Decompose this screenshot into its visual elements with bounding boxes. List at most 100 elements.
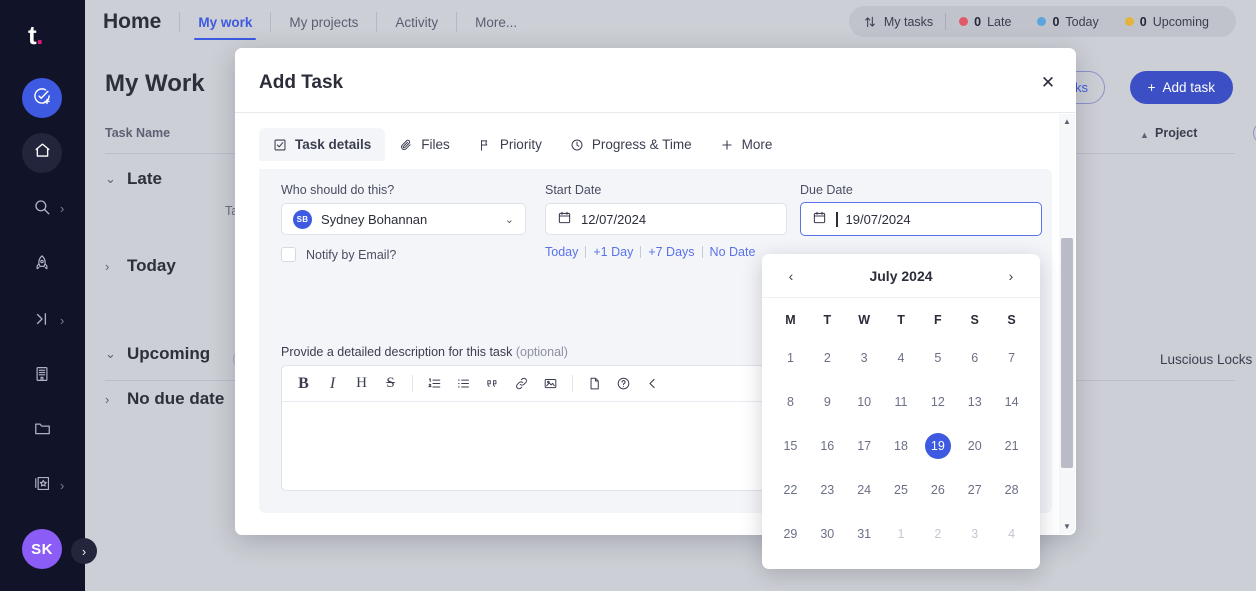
- nav-home[interactable]: Home: [103, 10, 179, 34]
- tab-task-details[interactable]: Task details: [259, 128, 386, 161]
- heading-icon[interactable]: H: [348, 370, 375, 397]
- rail-item-search[interactable]: [22, 189, 62, 229]
- date-cell[interactable]: 13: [956, 380, 993, 424]
- quick-link-today[interactable]: Today: [545, 245, 585, 259]
- date-cell[interactable]: 30: [809, 512, 846, 556]
- date-cell-selected: 19: [924, 433, 951, 459]
- rail-item-launch[interactable]: [22, 245, 62, 285]
- help-icon[interactable]: [610, 370, 637, 397]
- date-cell[interactable]: 29: [772, 512, 809, 556]
- stat-late[interactable]: 0 Late: [946, 15, 1024, 29]
- date-cell[interactable]: 12: [919, 380, 956, 424]
- date-cell[interactable]: 1: [883, 512, 920, 556]
- avatar[interactable]: SK: [22, 529, 62, 569]
- rail-item-favorites[interactable]: [22, 466, 62, 506]
- date-cell[interactable]: 5: [919, 336, 956, 380]
- date-cell[interactable]: 8: [772, 380, 809, 424]
- avatar-initials: SK: [31, 540, 53, 558]
- date-cell[interactable]: 3: [956, 512, 993, 556]
- group-header-today[interactable]: › Today: [105, 256, 176, 276]
- quick-link-no-date[interactable]: No Date: [703, 245, 763, 259]
- group-header-no-due-date[interactable]: › No due date: [105, 389, 224, 409]
- date-cell[interactable]: 28: [993, 468, 1030, 512]
- date-cell[interactable]: 2: [809, 336, 846, 380]
- quick-link-plus-1-day[interactable]: +1 Day: [586, 245, 640, 259]
- rail-item-add-task[interactable]: [22, 78, 62, 118]
- stat-upcoming[interactable]: 0 Upcoming: [1112, 15, 1222, 29]
- date-cell[interactable]: 7: [993, 336, 1030, 380]
- date-cell[interactable]: 4: [883, 336, 920, 380]
- link-icon[interactable]: [508, 370, 535, 397]
- date-cell[interactable]: 16: [809, 424, 846, 468]
- scroll-down-arrow-icon[interactable]: ▼: [1059, 519, 1075, 534]
- date-cell[interactable]: 11: [883, 380, 920, 424]
- rail-item-organization[interactable]: [22, 356, 62, 396]
- date-cell[interactable]: 31: [846, 512, 883, 556]
- quick-link-plus-7-days[interactable]: +7 Days: [641, 245, 701, 259]
- due-date-input[interactable]: 19/07/2024: [800, 202, 1042, 236]
- next-month-icon[interactable]: ›: [1000, 265, 1022, 287]
- stat-today[interactable]: 0 Today: [1024, 15, 1111, 29]
- brand-logo[interactable]: t.: [28, 22, 43, 48]
- description-optional-text: (optional): [515, 345, 568, 359]
- date-cell[interactable]: 19: [919, 424, 956, 468]
- image-icon[interactable]: [537, 370, 564, 397]
- bullet-list-icon[interactable]: [450, 370, 477, 397]
- date-cell[interactable]: 26: [919, 468, 956, 512]
- caret-up-icon[interactable]: ▲: [1140, 130, 1149, 140]
- add-task-button[interactable]: + Add task: [1129, 71, 1233, 104]
- date-cell[interactable]: 20: [956, 424, 993, 468]
- notify-by-email-row[interactable]: Notify by Email?: [281, 247, 396, 262]
- scroll-up-arrow-icon[interactable]: ▲: [1059, 114, 1075, 129]
- date-cell[interactable]: 23: [809, 468, 846, 512]
- date-cell[interactable]: 9: [809, 380, 846, 424]
- date-cell[interactable]: 10: [846, 380, 883, 424]
- close-icon[interactable]: ✕: [1037, 72, 1059, 94]
- assignee-select[interactable]: SB Sydney Bohannan ⌄: [281, 203, 526, 235]
- rail-item-collapse-panel[interactable]: [22, 301, 62, 341]
- nav-tab-my-work[interactable]: My work: [180, 0, 270, 44]
- chevron-right-icon-favorites[interactable]: ›: [60, 479, 72, 492]
- tab-progress-time[interactable]: Progress & Time: [556, 128, 706, 161]
- chevron-right-icon-search[interactable]: ›: [60, 202, 72, 215]
- chevron-down-icon-late: ⌄: [105, 171, 116, 186]
- date-cell[interactable]: 21: [993, 424, 1030, 468]
- chevron-right-icon-panel[interactable]: ›: [60, 314, 72, 327]
- date-cell[interactable]: 2: [919, 512, 956, 556]
- date-cell[interactable]: 15: [772, 424, 809, 468]
- start-date-input[interactable]: 12/07/2024: [545, 203, 787, 235]
- group-header-late[interactable]: ⌄ Late: [105, 169, 162, 189]
- file-icon[interactable]: [581, 370, 608, 397]
- date-cell[interactable]: 6: [956, 336, 993, 380]
- tab-files[interactable]: Files: [385, 128, 464, 161]
- date-cell[interactable]: 27: [956, 468, 993, 512]
- rail-item-home[interactable]: [22, 133, 62, 173]
- italic-icon[interactable]: I: [319, 370, 346, 397]
- date-cell[interactable]: 4: [993, 512, 1030, 556]
- date-cell[interactable]: 18: [883, 424, 920, 468]
- tab-more[interactable]: More: [706, 128, 787, 161]
- date-cell[interactable]: 3: [846, 336, 883, 380]
- date-cell[interactable]: 25: [883, 468, 920, 512]
- nav-tab-my-projects[interactable]: My projects: [271, 0, 376, 44]
- date-cell[interactable]: 1: [772, 336, 809, 380]
- collapse-icon[interactable]: [639, 370, 666, 397]
- date-cell[interactable]: 14: [993, 380, 1030, 424]
- modal-scrollbar[interactable]: ▲ ▼: [1059, 114, 1075, 534]
- bold-icon[interactable]: B: [290, 370, 317, 397]
- rail-expand-button[interactable]: ›: [71, 538, 97, 564]
- prev-month-icon[interactable]: ‹: [780, 265, 802, 287]
- nav-tab-more[interactable]: More...: [457, 0, 535, 44]
- date-cell[interactable]: 17: [846, 424, 883, 468]
- rail-item-files[interactable]: [22, 411, 62, 451]
- notify-by-email-checkbox[interactable]: [281, 247, 296, 262]
- strikethrough-icon[interactable]: S: [377, 370, 404, 397]
- nav-tab-activity[interactable]: Activity: [377, 0, 456, 44]
- date-cell[interactable]: 24: [846, 468, 883, 512]
- sort-icon[interactable]: [863, 15, 877, 29]
- ordered-list-icon[interactable]: [421, 370, 448, 397]
- date-cell[interactable]: 22: [772, 468, 809, 512]
- scrollbar-thumb[interactable]: [1061, 238, 1073, 468]
- quote-icon[interactable]: [479, 370, 506, 397]
- tab-priority[interactable]: Priority: [464, 128, 556, 161]
